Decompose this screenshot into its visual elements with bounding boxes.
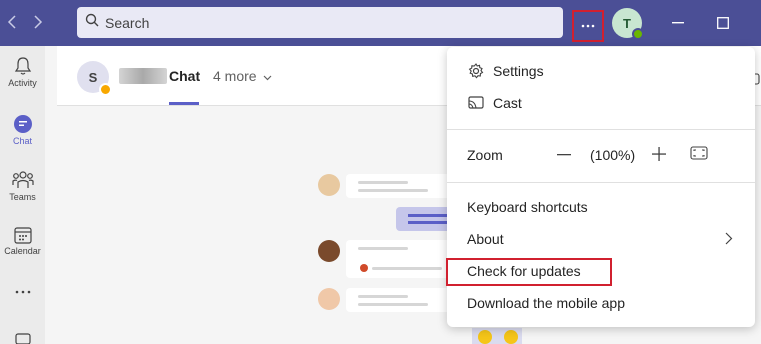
back-arrow-icon[interactable] <box>0 10 24 34</box>
search-icon <box>85 13 99 32</box>
persona-avatar <box>318 174 340 196</box>
sunglasses-emoji-icon <box>478 330 492 344</box>
user-avatar[interactable]: T <box>612 8 644 40</box>
persona-avatar <box>318 288 340 310</box>
message-bubble <box>346 174 456 198</box>
zoom-in-button[interactable] <box>649 142 669 166</box>
minimize-button[interactable] <box>667 12 689 34</box>
menu-item-keyboard-shortcuts[interactable]: Keyboard shortcuts <box>447 192 755 222</box>
more-options-button[interactable] <box>572 10 604 42</box>
message-bubble <box>346 288 456 312</box>
rail-item-label: Teams <box>9 192 36 202</box>
more-tabs-button[interactable]: 4 more <box>213 68 272 84</box>
chevron-down-icon <box>264 75 272 81</box>
bell-icon <box>14 57 31 75</box>
chevron-right-icon <box>725 232 733 248</box>
minimize-icon <box>672 22 684 24</box>
menu-item-label: Cast <box>493 95 522 111</box>
chat-icon <box>13 115 32 133</box>
redacted-contact-name <box>119 68 167 84</box>
zoom-row: Zoom (100%) <box>447 140 755 170</box>
minus-icon <box>557 154 571 156</box>
menu-item-label: Download the mobile app <box>467 295 625 311</box>
menu-item-label: Keyboard shortcuts <box>467 199 588 215</box>
menu-divider <box>447 129 755 130</box>
avatar-initial: T <box>623 15 631 31</box>
avatar-initial: S <box>88 69 98 85</box>
app-rail: Activity Chat Teams Calendar <box>0 46 45 344</box>
contact-avatar[interactable]: S <box>77 61 112 96</box>
plus-icon <box>652 147 666 161</box>
tab-chat[interactable]: Chat <box>169 68 200 84</box>
cast-icon <box>467 94 485 112</box>
gear-icon <box>467 62 485 80</box>
available-status-icon <box>632 28 644 40</box>
zoom-level: (100%) <box>590 147 636 163</box>
menu-item-about[interactable]: About <box>447 224 755 254</box>
rail-item-chat[interactable]: Chat <box>0 114 45 146</box>
smile-emoji-icon <box>504 330 518 344</box>
teams-icon <box>11 171 34 188</box>
apps-icon <box>14 333 31 344</box>
rail-item-calendar[interactable]: Calendar <box>0 226 45 256</box>
rail-item-teams[interactable]: Teams <box>0 170 45 202</box>
rail-item-label: Activity <box>8 78 37 88</box>
away-status-icon <box>99 83 112 96</box>
more-tabs-label: 4 more <box>213 68 257 84</box>
more-options-icon <box>581 24 595 28</box>
fit-to-window-button[interactable] <box>690 146 708 162</box>
zoom-label: Zoom <box>467 147 503 163</box>
menu-divider <box>447 182 755 183</box>
file-attachment-icon <box>360 264 368 272</box>
menu-item-settings[interactable]: Settings <box>447 56 755 86</box>
menu-item-label: About <box>467 231 504 247</box>
search-input[interactable]: Search <box>77 7 563 38</box>
menu-item-download-mobile-app[interactable]: Download the mobile app <box>447 288 755 318</box>
rail-apps[interactable] <box>0 332 45 344</box>
check-updates-highlight <box>446 258 612 286</box>
rail-item-label: Chat <box>12 136 32 146</box>
fit-screen-icon <box>690 146 708 160</box>
rail-item-label: Calendar <box>4 246 41 256</box>
rail-item-activity[interactable]: Activity <box>0 56 45 88</box>
forward-arrow-icon[interactable] <box>26 10 50 34</box>
more-apps-icon <box>15 290 30 294</box>
menu-item-label: Settings <box>493 63 544 79</box>
active-tab-indicator <box>169 102 199 105</box>
menu-item-cast[interactable]: Cast <box>447 88 755 118</box>
persona-avatar <box>318 240 340 262</box>
rail-more-apps[interactable] <box>0 290 45 294</box>
maximize-icon <box>717 17 729 29</box>
zoom-out-button[interactable] <box>555 143 573 167</box>
calendar-icon <box>13 227 32 244</box>
maximize-button[interactable] <box>712 12 734 34</box>
title-bar: Search T <box>0 0 761 46</box>
message-bubble <box>346 240 456 278</box>
search-placeholder: Search <box>105 14 150 31</box>
